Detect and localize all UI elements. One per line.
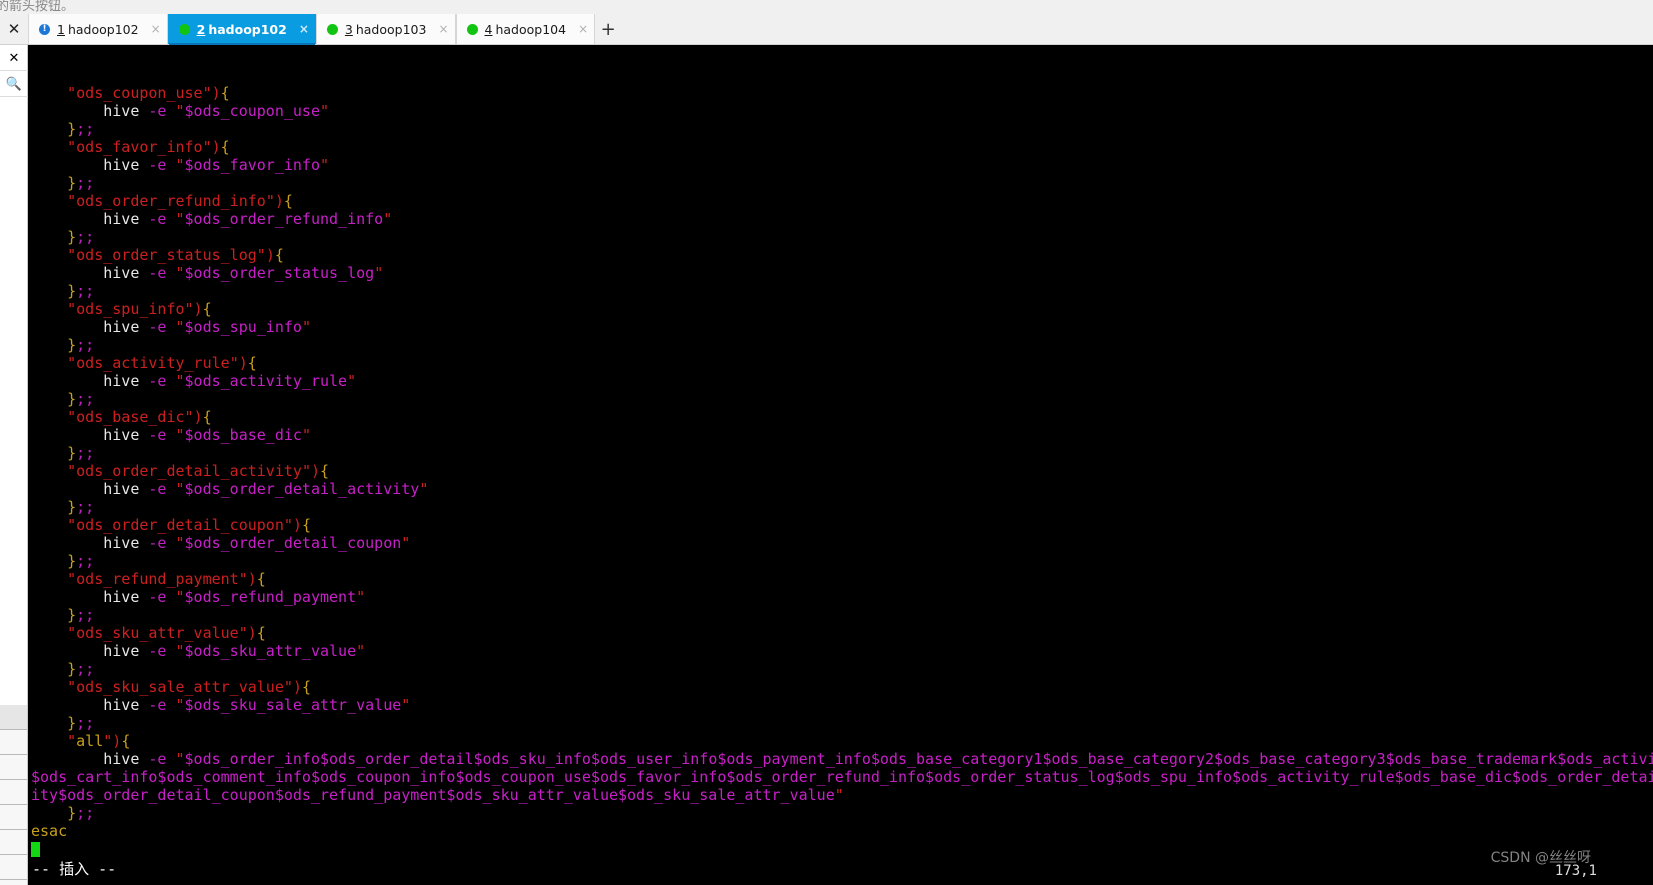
terminal-line: "ods_activity_rule"){ <box>67 354 257 372</box>
sidebar-row[interactable] <box>0 755 27 780</box>
warning-status-icon <box>39 22 50 36</box>
terminal-line: hive -e "$ods_spu_info" <box>103 318 311 336</box>
session-tab-2-hadoop102[interactable]: 2 hadoop102 × <box>167 14 316 45</box>
terminal-line: };; <box>67 498 95 516</box>
close-tab-icon[interactable]: × <box>151 23 161 35</box>
sidebar-row[interactable] <box>0 855 27 880</box>
session-tab-number: 2 <box>196 21 206 37</box>
clipped-banner: 的箭头按钮。 <box>0 0 1653 14</box>
terminal-line: hive -e "$ods_order_detail_activity" <box>103 480 429 498</box>
sidebar-row[interactable] <box>0 780 27 805</box>
terminal-line: $ods_cart_info$ods_comment_info$ods_coup… <box>31 768 1653 786</box>
terminal-line: hive -e "$ods_sku_attr_value" <box>103 642 366 660</box>
terminal-line: hive -e "$ods_order_refund_info" <box>103 210 393 228</box>
terminal-line: };; <box>67 228 95 246</box>
terminal-line: };; <box>67 336 95 354</box>
terminal-line: };; <box>67 606 95 624</box>
terminal-line: };; <box>67 390 95 408</box>
terminal-line: ity$ods_order_detail_coupon$ods_refund_p… <box>31 786 844 804</box>
terminal-line: hive -e "$ods_order_detail_coupon" <box>103 534 411 552</box>
clipped-banner-text: 的箭头按钮。 <box>0 0 75 14</box>
terminal-line: "all"){ <box>67 732 131 750</box>
text-cursor <box>31 842 40 857</box>
close-tab-icon[interactable]: × <box>578 23 588 35</box>
terminal-line: hive -e "$ods_activity_rule" <box>103 372 357 390</box>
terminal-line: };; <box>67 714 95 732</box>
terminal-line: "ods_order_refund_info"){ <box>67 192 293 210</box>
terminal-line: hive -e "$ods_order_info$ods_order_detai… <box>103 750 1653 768</box>
sidebar-close-icon[interactable]: ✕ <box>0 45 28 71</box>
vim-mode-indicator: -- 插入 -- <box>32 860 117 878</box>
terminal-line: };; <box>67 804 95 822</box>
terminal-line: hive -e "$ods_coupon_use" <box>103 102 330 120</box>
session-tab-1-hadoop102[interactable]: 1 hadoop102 × <box>28 14 168 44</box>
terminal-line: hive -e "$ods_refund_payment" <box>103 588 366 606</box>
terminal-line: };; <box>67 444 95 462</box>
connected-status-icon <box>178 23 190 35</box>
session-tab-number: 4 <box>484 21 493 37</box>
terminal-line: "ods_favor_info"){ <box>67 138 230 156</box>
sidebar-row[interactable] <box>0 705 27 730</box>
session-tab-title: hadoop103 <box>355 21 427 37</box>
session-tab-title: hadoop102 <box>208 21 287 37</box>
terminal-line: "ods_base_dic"){ <box>67 408 212 426</box>
terminal-line: hive -e "$ods_base_dic" <box>103 426 311 444</box>
terminal-line: };; <box>67 174 95 192</box>
close-tab-icon[interactable]: × <box>438 23 448 35</box>
vim-buffer: "ods_coupon_use"){ hive -e "$ods_coupon_… <box>28 81 1653 858</box>
session-tab-number: 1 <box>57 21 65 37</box>
csdn-watermark: CSDN @丝丝呀 <box>1490 850 1591 866</box>
sidebar-row[interactable] <box>0 880 27 885</box>
terminal-line: esac <box>31 822 68 840</box>
terminal-line: "ods_sku_sale_attr_value"){ <box>67 678 311 696</box>
search-icon[interactable]: 🔍 <box>0 71 28 97</box>
terminal-line: "ods_order_detail_coupon"){ <box>67 516 311 534</box>
connected-status-icon <box>466 23 478 35</box>
sidebar-row[interactable] <box>0 730 27 755</box>
session-tab-number: 3 <box>344 21 353 37</box>
terminal-line: "ods_spu_info"){ <box>67 300 212 318</box>
sidebar-row[interactable] <box>0 830 27 855</box>
left-sidebar: ✕ 🔍 <box>0 45 28 885</box>
session-tab-bar: ✕ 1 hadoop102 × 2 hadoop102 × 3 hadoop10… <box>0 14 1653 45</box>
connected-status-icon <box>326 23 338 35</box>
terminal-line: "ods_sku_attr_value"){ <box>67 624 266 642</box>
terminal-line: };; <box>67 660 95 678</box>
close-tab-icon[interactable]: × <box>299 23 309 35</box>
terminal-app-window: 的箭头按钮。 ✕ 1 hadoop102 × 2 hadoop102 × 3 h… <box>0 0 1653 885</box>
new-tab-button[interactable]: + <box>595 14 622 44</box>
terminal-output-pane[interactable]: "ods_coupon_use"){ hive -e "$ods_coupon_… <box>28 45 1653 885</box>
terminal-line: hive -e "$ods_sku_sale_attr_value" <box>103 696 411 714</box>
terminal-line: };; <box>67 282 95 300</box>
terminal-line <box>31 840 1653 858</box>
session-tab-title: hadoop102 <box>67 21 139 37</box>
close-session-button[interactable]: ✕ <box>0 14 28 44</box>
sidebar-empty-area <box>0 97 27 705</box>
sidebar-row[interactable] <box>0 805 27 830</box>
terminal-line: };; <box>67 120 95 138</box>
terminal-line: "ods_order_detail_activity"){ <box>67 462 330 480</box>
terminal-line: hive -e "$ods_order_status_log" <box>103 264 384 282</box>
terminal-line: "ods_coupon_use"){ <box>67 84 230 102</box>
terminal-line: "ods_order_status_log"){ <box>67 246 284 264</box>
terminal-line: "ods_refund_payment"){ <box>67 570 266 588</box>
terminal-line: };; <box>67 552 95 570</box>
terminal-line: hive -e "$ods_favor_info" <box>103 156 330 174</box>
session-tab-4-hadoop104[interactable]: 4 hadoop104 × <box>455 14 596 44</box>
session-tab-3-hadoop103[interactable]: 3 hadoop103 × <box>315 14 456 44</box>
session-tab-title: hadoop104 <box>495 21 567 37</box>
